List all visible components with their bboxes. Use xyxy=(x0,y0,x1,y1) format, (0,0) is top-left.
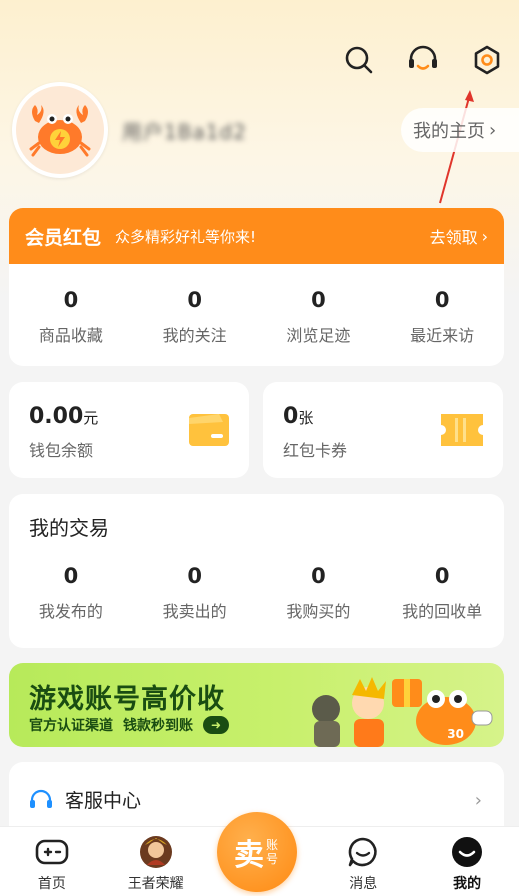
tab-home[interactable]: 首页 xyxy=(0,827,104,896)
sell-button-sublabel: 账号 xyxy=(266,838,279,866)
game-avatar-icon xyxy=(139,835,173,869)
tab-label: 消息 xyxy=(349,876,378,892)
stat-label: 我发布的 xyxy=(38,602,103,621)
sell-button-label: 卖 xyxy=(234,838,264,873)
stat-value: 0 xyxy=(187,288,202,312)
stat-value: 0 xyxy=(311,288,326,312)
stat-history[interactable]: 0 浏览足迹 xyxy=(257,264,381,366)
vip-claim-link[interactable]: 去领取 › xyxy=(430,224,488,248)
tab-label: 首页 xyxy=(37,876,66,892)
trade-published[interactable]: 0 我发布的 xyxy=(9,564,133,622)
stat-label: 我卖出的 xyxy=(162,602,227,621)
my-trades-card: 我的交易 0 我发布的 0 我卖出的 0 我购买的 0 我的回收单 xyxy=(9,494,504,648)
chevron-right-icon: › xyxy=(481,226,488,246)
stat-value: 0 xyxy=(434,288,450,312)
chevron-right-icon: › xyxy=(474,790,482,811)
wallet-balance-value: 0.00 xyxy=(29,404,84,429)
stat-value: 0 xyxy=(434,564,450,588)
headset-icon[interactable] xyxy=(405,42,441,78)
stat-visitors[interactable]: 0 最近来访 xyxy=(380,264,504,366)
vip-claim-label: 去领取 xyxy=(429,228,478,247)
vip-redpacket-bar[interactable]: 会员红包 众多精彩好礼等你来! 去领取 › xyxy=(9,208,504,264)
stat-label: 商品收藏 xyxy=(38,326,103,345)
trades-stats: 0 我发布的 0 我卖出的 0 我购买的 0 我的回收单 xyxy=(9,564,504,622)
chat-icon xyxy=(346,835,380,869)
service-center-row: 客服中心 xyxy=(29,786,141,813)
username: 用户1Ba1d2 xyxy=(122,120,247,144)
service-center-label: 客服中心 xyxy=(65,790,142,812)
banner-characters-illustration xyxy=(312,677,493,747)
stat-value: 0 xyxy=(63,288,79,312)
my-homepage-label: 我的主页 xyxy=(413,121,485,142)
stat-value: 0 xyxy=(311,564,326,588)
coupon-value: 0 xyxy=(283,404,299,429)
banner-title: 游戏账号高价收 xyxy=(29,684,225,715)
stats-card: 0 商品收藏 0 我的关注 0 浏览足迹 0 最近来访 xyxy=(9,264,504,366)
tab-honor-of-kings[interactable]: 王者荣耀 xyxy=(104,827,208,896)
wallet-icon xyxy=(189,414,229,446)
banner-badge: 30 xyxy=(447,727,464,741)
chevron-right-icon: › xyxy=(489,119,497,141)
headset-icon xyxy=(30,789,52,808)
gamepad-icon xyxy=(35,835,69,869)
stat-label: 浏览足迹 xyxy=(286,326,351,345)
vip-title: 会员红包 xyxy=(25,226,102,249)
trade-sold[interactable]: 0 我卖出的 xyxy=(133,564,257,622)
trade-bought[interactable]: 0 我购买的 xyxy=(257,564,381,622)
gear-icon[interactable] xyxy=(469,42,505,78)
trade-recycle-orders[interactable]: 0 我的回收单 xyxy=(380,564,504,622)
account-recycle-banner[interactable]: 游戏账号高价收 官方认证渠道 钱款秒到账 ➜ 30 xyxy=(9,663,504,747)
stat-label: 我购买的 xyxy=(286,602,351,621)
tab-label: 我的 xyxy=(453,876,482,892)
wallet-balance-unit: 元 xyxy=(83,409,99,427)
profile-icon xyxy=(450,835,484,869)
stat-value: 0 xyxy=(187,564,202,588)
stat-label: 我的回收单 xyxy=(402,602,483,621)
stat-following[interactable]: 0 我的关注 xyxy=(133,264,257,366)
my-homepage-button[interactable]: 我的主页 › xyxy=(401,108,519,152)
banner-subtitle: 官方认证渠道 钱款秒到账 ➜ xyxy=(29,715,229,735)
coupon-card[interactable]: 0张 红包卡券 xyxy=(263,382,503,478)
banner-sub-official: 官方认证渠道 xyxy=(29,718,113,734)
stat-label: 最近来访 xyxy=(410,326,475,345)
trades-title: 我的交易 xyxy=(29,516,109,540)
stat-favorites[interactable]: 0 商品收藏 xyxy=(9,264,133,366)
vip-subtitle: 众多精彩好礼等你来! xyxy=(115,227,257,246)
stat-value: 0 xyxy=(63,564,79,588)
arrow-right-icon: ➜ xyxy=(203,716,229,734)
avatar[interactable] xyxy=(12,82,108,178)
ticket-icon xyxy=(441,414,483,446)
search-icon[interactable] xyxy=(341,42,377,78)
tab-label: 王者荣耀 xyxy=(127,876,184,892)
top-action-bar xyxy=(341,42,505,78)
banner-sub-payout: 钱款秒到账 xyxy=(123,718,193,734)
stat-label: 我的关注 xyxy=(162,326,227,345)
sell-account-button[interactable]: 卖 账号 xyxy=(217,812,297,892)
tab-me[interactable]: 我的 xyxy=(415,827,519,896)
crab-icon xyxy=(29,105,91,157)
tab-messages[interactable]: 消息 xyxy=(311,827,415,896)
wallet-balance-card[interactable]: 0.00元 钱包余额 xyxy=(9,382,249,478)
coupon-unit: 张 xyxy=(298,409,314,427)
